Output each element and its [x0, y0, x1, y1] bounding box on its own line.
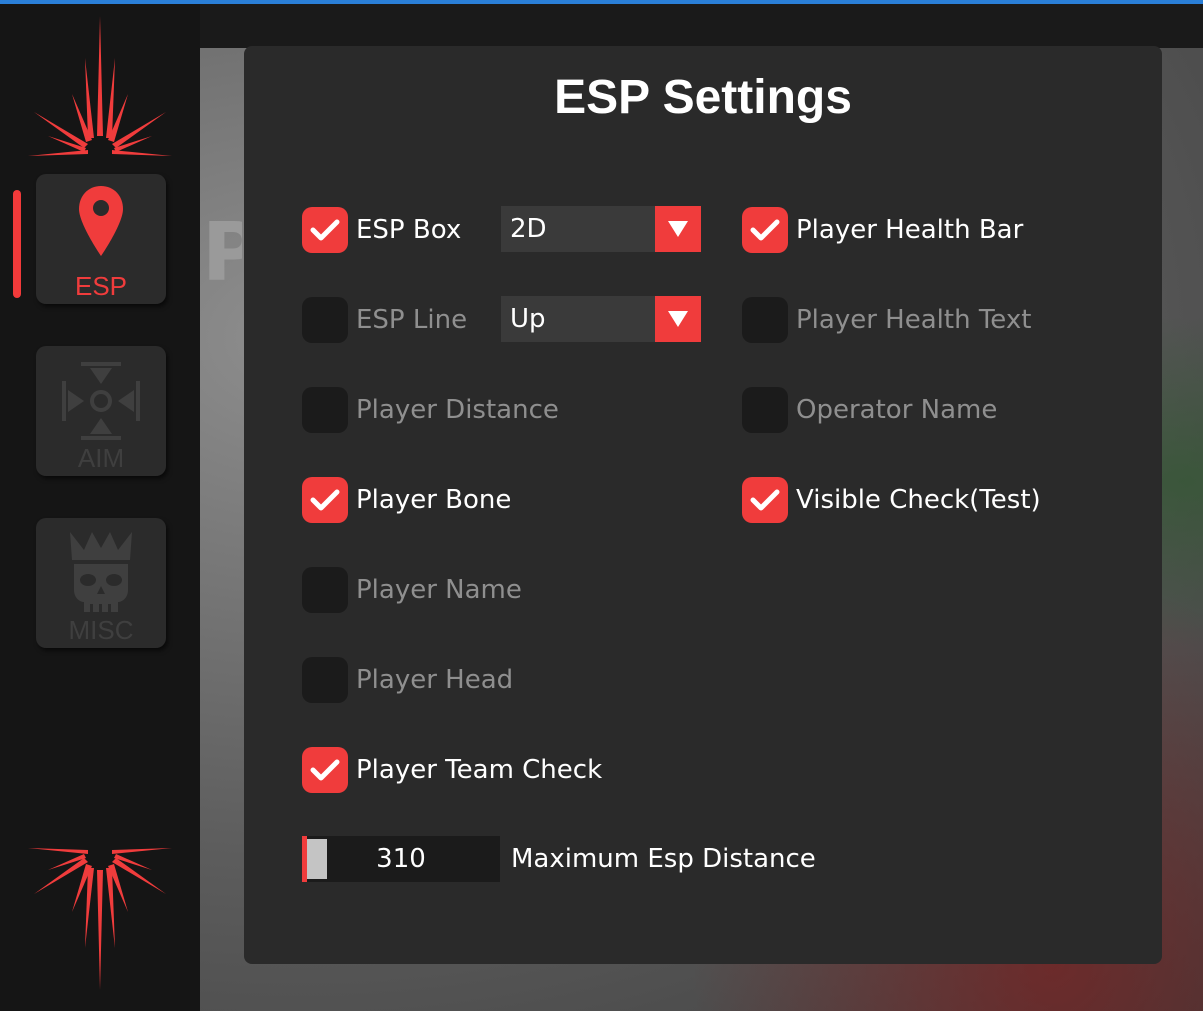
checkbox-box[interactable] [302, 207, 348, 253]
dropdown-value: 2D [510, 214, 547, 244]
checkbox-label: Player Health Text [796, 305, 1032, 335]
crowned-skull-icon [70, 532, 132, 612]
page-title: ESP Settings [554, 71, 852, 124]
sidebar: ESP AIM MISC [0, 4, 200, 1011]
check-icon [310, 759, 340, 781]
checkbox-box[interactable] [742, 297, 788, 343]
checkbox-box[interactable] [742, 477, 788, 523]
player-bone-checkbox[interactable]: Player Bone [302, 476, 511, 524]
sidebar-item-misc[interactable]: MISC [36, 518, 166, 648]
checkbox-label: Player Name [356, 575, 522, 605]
crosshair-icon [62, 362, 140, 440]
sidebar-item-label: MISC [68, 615, 134, 645]
active-tab-indicator [13, 190, 21, 298]
logo-starburst-icon [28, 16, 172, 156]
checkbox-box[interactable] [302, 387, 348, 433]
operator-name-checkbox[interactable]: Operator Name [742, 386, 997, 434]
checkbox-label: Operator Name [796, 395, 998, 425]
visible-check-checkbox[interactable]: Visible Check(Test) [742, 476, 1041, 524]
player-health-text-checkbox[interactable]: Player Health Text [742, 296, 1031, 344]
player-head-checkbox[interactable]: Player Head [302, 656, 513, 704]
checkbox-label: Player Bone [356, 485, 512, 515]
sidebar-item-esp[interactable]: ESP [36, 174, 166, 304]
max-esp-distance-slider[interactable]: 310 [302, 836, 500, 882]
checkbox-label: ESP Line [356, 305, 468, 335]
checkbox-box[interactable] [302, 657, 348, 703]
esp-line-checkbox[interactable]: ESP Line [302, 296, 467, 344]
map-pin-icon [79, 186, 123, 256]
check-icon [310, 489, 340, 511]
slider-value: 310 [376, 844, 426, 874]
checkbox-box[interactable] [742, 387, 788, 433]
esp-box-checkbox[interactable]: ESP Box [302, 206, 461, 254]
player-distance-checkbox[interactable]: Player Distance [302, 386, 559, 434]
player-name-checkbox[interactable]: Player Name [302, 566, 522, 614]
player-health-bar-checkbox[interactable]: Player Health Bar [742, 206, 1023, 254]
player-team-check-checkbox[interactable]: Player Team Check [302, 746, 602, 794]
background-artwork: P [202, 206, 242, 299]
sidebar-item-aim[interactable]: AIM [36, 346, 166, 476]
checkbox-box[interactable] [742, 207, 788, 253]
checkbox-box[interactable] [302, 477, 348, 523]
dropdown-arrow-icon[interactable] [655, 296, 701, 342]
checkbox-box[interactable] [302, 747, 348, 793]
title-bar[interactable] [200, 4, 1203, 48]
logo-starburst-icon [28, 848, 172, 990]
checkbox-label: Player Distance [356, 395, 559, 425]
check-icon [750, 489, 780, 511]
sidebar-item-label: ESP [74, 271, 128, 301]
checkbox-label: Player Team Check [356, 755, 603, 785]
check-icon [750, 219, 780, 241]
checkbox-label: ESP Box [356, 215, 462, 245]
checkbox-label: Player Health Bar [796, 215, 1024, 245]
dropdown-arrow-icon[interactable] [655, 206, 701, 252]
slider-label: Maximum Esp Distance [511, 844, 816, 874]
checkbox-box[interactable] [302, 297, 348, 343]
esp-line-position-dropdown[interactable]: Up [501, 296, 701, 342]
esp-box-type-dropdown[interactable]: 2D [501, 206, 701, 252]
checkbox-box[interactable] [302, 567, 348, 613]
checkbox-label: Visible Check(Test) [796, 485, 1041, 515]
check-icon [310, 219, 340, 241]
checkbox-label: Player Head [356, 665, 514, 695]
sidebar-item-label: AIM [77, 443, 125, 473]
dropdown-value: Up [510, 304, 546, 334]
